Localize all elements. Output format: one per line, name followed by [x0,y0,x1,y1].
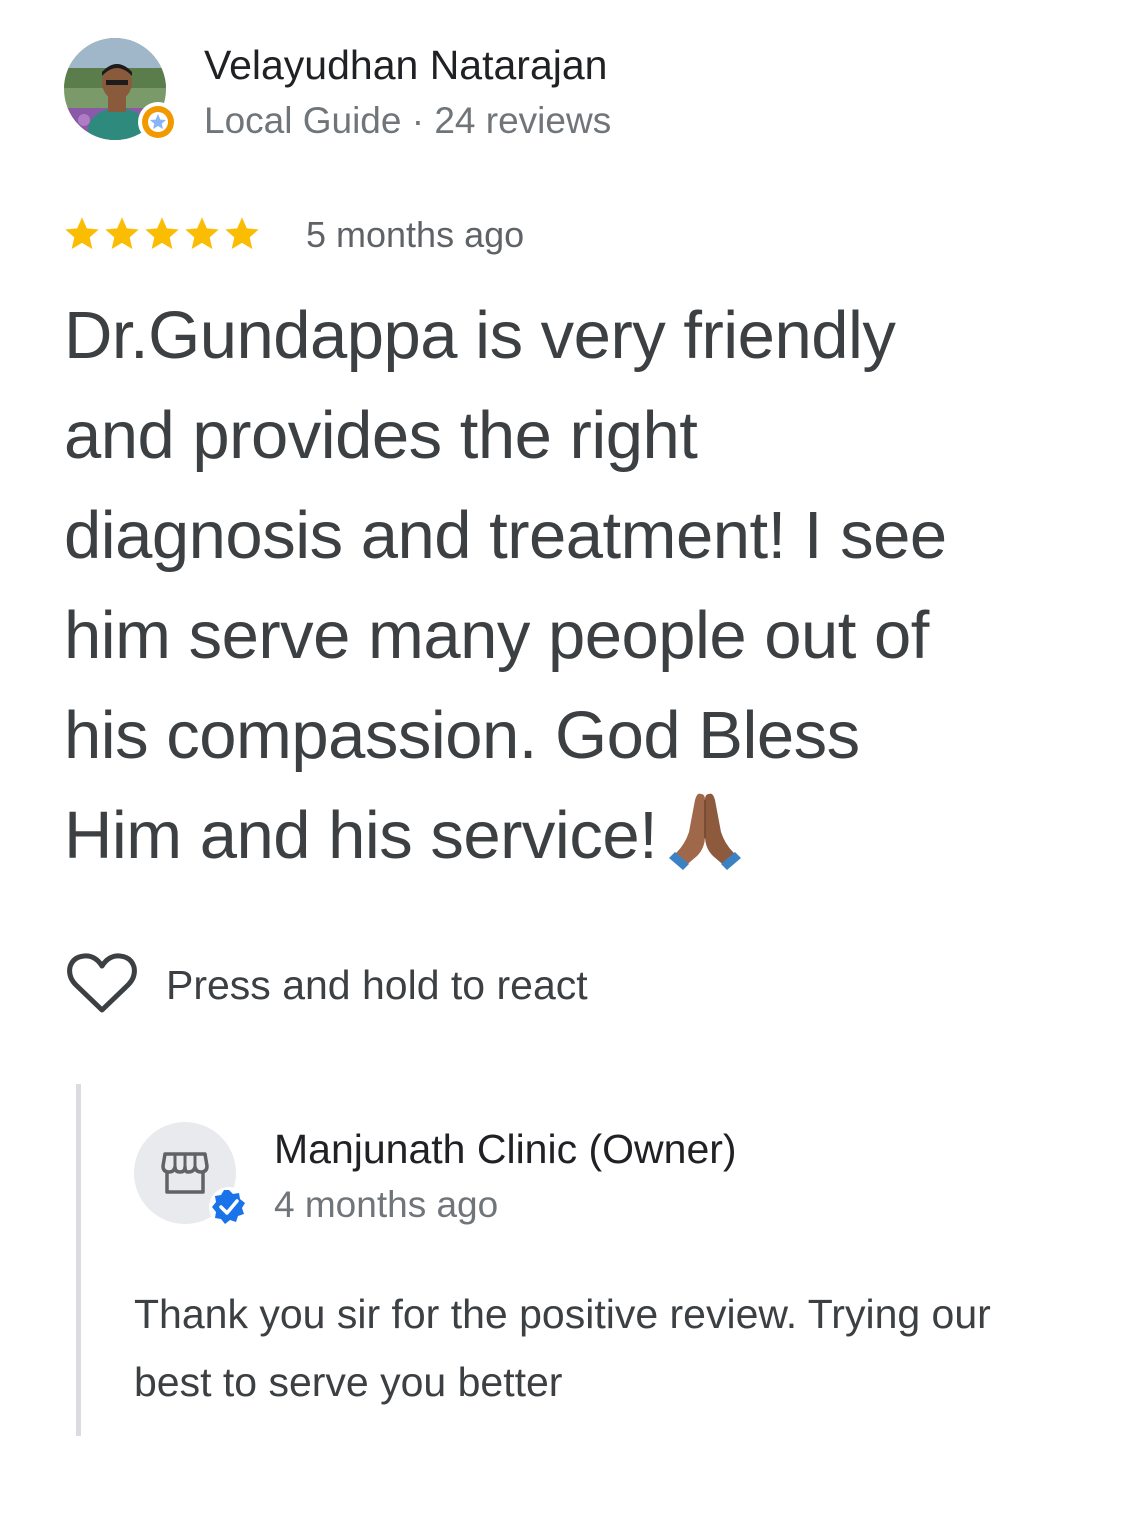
review-text-line: Him and his service! [64,798,658,873]
review-text-line: Dr.Gundappa is very friendly [64,298,896,373]
owner-reply-text: Thank you sir for the positive review. T… [134,1280,1094,1416]
verified-check-icon [208,1186,250,1228]
storefront-icon [161,1152,209,1194]
folded-hands-emoji-icon [667,788,743,872]
star-icon [145,217,179,249]
owner-name[interactable]: Manjunath Clinic (Owner) [274,1126,737,1173]
review-text-line: diagnosis and treatment! I see [64,498,947,573]
owner-reply-line: Thank you sir for the positive review. T… [134,1291,991,1337]
owner-reply-time: 4 months ago [274,1184,499,1225]
heart-outline-icon[interactable] [66,952,138,1016]
review-text-line: and provides the right [64,398,698,473]
review-text-line: his compassion. God Bless [64,698,860,773]
review-text-line-last: Him and his service! [64,786,1104,886]
review-text-line: him serve many people out of [64,598,929,673]
star-rating [62,214,262,256]
reviewer-name[interactable]: Velayudhan Natarajan [204,42,607,89]
local-guide-badge-icon [136,100,180,144]
react-label[interactable]: Press and hold to react [166,962,588,1009]
owner-reply-line: best to serve you better [134,1359,563,1405]
star-icon [225,217,259,249]
star-icon [185,217,219,249]
star-icon [65,217,99,249]
reviewer-meta: Local Guide · 24 reviews [204,100,612,141]
review-text: Dr.Gundappa is very friendly and provide… [64,286,1104,886]
star-icon [105,217,139,249]
reply-divider [76,1084,81,1436]
review-time: 5 months ago [306,214,525,255]
